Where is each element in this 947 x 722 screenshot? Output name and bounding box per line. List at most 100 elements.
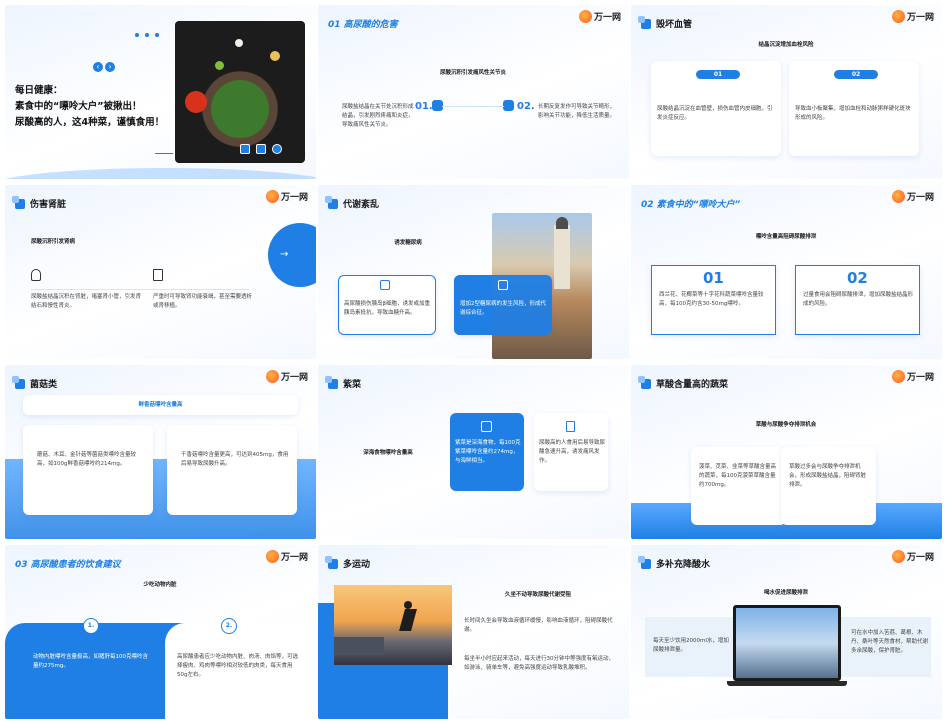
play-icon[interactable] xyxy=(272,144,282,154)
footer-wave xyxy=(5,168,316,179)
card-2-text: 过量食用会阻碍尿酸排泄，增加尿酸盐结晶形成的风险。 xyxy=(803,292,914,307)
slide-4[interactable]: 伤害肾脏 万一网 尿酸沉积引发肾病 尿酸盐结晶沉积在肾脏，堵塞肾小管，引发肾结石… xyxy=(5,185,316,359)
card-2 xyxy=(167,425,297,515)
logo-icon xyxy=(891,550,905,563)
slide-4-subtitle: 尿酸沉积引发肾病 xyxy=(31,239,76,245)
slide-11[interactable]: 多运动 久坐不动导致尿酸代谢受阻 长时间久坐会导致血液循环缓慢，影响血液循环，阻… xyxy=(318,545,629,719)
brand-logo: 万一网 xyxy=(891,190,934,203)
brand-logo: 万一网 xyxy=(891,10,934,23)
grid-icon[interactable] xyxy=(256,144,266,154)
card-2-text: 尿酸高的人食用后易导致尿酸急速升高，诱发痛风发作。 xyxy=(539,440,606,464)
step-2-badge: 2. xyxy=(221,618,237,634)
card-2-text: 草酸过多会与尿酸争夺排泄机会，形成尿酸盐结晶，阻碍肾脏排泄。 xyxy=(789,464,867,488)
slide-2-right-text: 长期反复发作可导致关节畸形，影响关节功能，降低生活质量。 xyxy=(538,104,616,119)
speaker-icon-overlay xyxy=(498,280,508,290)
banner-text: 鲜香菇嘌呤含量高 xyxy=(138,402,183,408)
logo-icon xyxy=(578,10,592,23)
slide-6-subtitle: 嘌呤含量高阻碍尿酸排泄 xyxy=(755,234,817,240)
next-circle-button[interactable]: → xyxy=(268,223,316,287)
card-1-text: 紫菜是深海食物，每100克紫菜嘌呤含量约274mg，与海鲜相当。 xyxy=(455,440,521,464)
arrow-decoration xyxy=(155,153,173,154)
grid-icon xyxy=(380,280,390,290)
laptop-icon xyxy=(727,605,847,691)
step-1-text: 动物内脏嘌呤含量极高，如猪肝每100克嘌呤含量约275mg。 xyxy=(33,654,148,669)
next-button[interactable]: › xyxy=(105,62,115,72)
slide-9-heading: 草酸含量高的蔬菜 xyxy=(638,375,728,390)
logo-icon xyxy=(265,370,279,383)
logo-icon xyxy=(265,550,279,563)
logo-icon xyxy=(265,190,279,203)
prev-button[interactable]: ‹ xyxy=(93,62,103,72)
card-2-text: 干香菇嘌呤含量更高，可达到405mg，食用后易导致尿酸升高。 xyxy=(181,452,289,467)
person-icon xyxy=(31,269,41,281)
divider-line xyxy=(31,289,249,290)
card-2-text-overlay: 增加2型糖尿病的发生风险，形成代谢综合征。 xyxy=(460,301,547,316)
pill-01: 01 xyxy=(696,70,740,79)
slide-5[interactable]: 代谢紊乱 诱发糖尿病 高尿酸损伤胰岛β细胞，诱发或加重胰岛素抵抗，导致血糖升高。… xyxy=(318,185,629,359)
slide-5-heading: 代谢紊乱 xyxy=(325,195,379,210)
step-1-badge: 1. xyxy=(83,618,99,634)
num-01: 01. xyxy=(415,101,433,112)
card-1-text: 高尿酸损伤胰岛β细胞，诱发或加重胰岛素抵抗，导致血糖升高。 xyxy=(344,301,431,316)
brand-logo: 万一网 xyxy=(265,190,308,203)
slide-8-subtitle: 深海食物嘌呤含量高 xyxy=(363,450,413,456)
logo-icon xyxy=(891,370,905,383)
icon-row xyxy=(240,144,282,154)
text-1: 长时间久坐会导致血液循环缓慢，影响血液循环，阻碍尿酸代谢。 xyxy=(464,618,613,633)
slide-12-heading: 多补充降酸水 xyxy=(638,555,710,570)
divider-line xyxy=(442,106,504,107)
slide-11-subtitle: 久坐不动导致尿酸代谢受阻 xyxy=(504,592,571,598)
left-text: 每天至少饮用2000ml水，增加尿酸排泄量。 xyxy=(653,638,729,653)
slide-9[interactable]: 草酸含量高的蔬菜 万一网 草酸与尿酸争夺排泄机会 菠菜、苋菜、韭菜等草酸含量高的… xyxy=(631,365,942,539)
slide-5-subtitle: 诱发糖尿病 xyxy=(394,240,422,246)
doc-icon xyxy=(566,421,575,432)
step-2-text: 高尿酸患者应少吃动物内脏、肉汤、肉馅等，可选择瘦肉、鸡肉等嘌呤相对较低的肉类，每… xyxy=(177,654,299,678)
slide-3-subtitle: 结晶沉淀增加血栓风险 xyxy=(758,42,814,48)
right-text: 严重时可导致肾功能衰竭，甚至需要透析或肾移植。 xyxy=(153,294,253,309)
slide-11-heading: 多运动 xyxy=(325,555,370,570)
slide-3[interactable]: 毁坏血管 万一网 结晶沉淀增加血栓风险 01 02 尿酸结晶沉淀在血管壁，损伤血… xyxy=(631,5,942,179)
right-text: 可在水中加入苦荔、葛根、木丹、桑叶等天然食材，帮助代谢多余尿酸，保护肾脏。 xyxy=(851,630,929,654)
slide-9-subtitle: 草酸与尿酸争夺排泄机会 xyxy=(755,422,817,428)
card-1-text: 蘑菇、木耳、金针菇等菌菇类嘌呤含量较高，如100g鲜香菇嘌呤约214mg。 xyxy=(37,452,137,467)
slide-10[interactable]: 03 高尿酸患者的饮食建议 万一网 少吃动物内脏 1. 2. 动物内脏嘌呤含量极… xyxy=(5,545,316,719)
edit-icon xyxy=(481,421,492,432)
brand-logo: 万一网 xyxy=(265,550,308,563)
num-01: 01 xyxy=(703,269,724,287)
logo-icon xyxy=(891,10,905,23)
brand-logo: 万一网 xyxy=(265,370,308,383)
slide-4-heading: 伤害肾脏 xyxy=(12,195,66,210)
pill-02: 02 xyxy=(834,70,878,79)
runner-photo xyxy=(334,585,452,665)
card-1-text: 尿酸结晶沉淀在血管壁，损伤血管内皮细胞，引发炎症反应。 xyxy=(657,106,773,121)
num-02: 02 xyxy=(847,269,868,287)
slide-7-heading: 菌菇类 xyxy=(12,375,57,390)
slide-6-heading: 02 素食中的“嘌呤大户” xyxy=(641,200,741,210)
text-2: 每坐半小时应起来活动，每天进行30分钟中等强度有氧运动，如游泳、骑单车等，避免高… xyxy=(464,656,615,671)
brand-logo: 万一网 xyxy=(891,370,934,383)
slide-10-heading: 03 高尿酸患者的饮食建议 xyxy=(15,560,121,570)
num-02: 02. xyxy=(517,101,535,112)
slide-12[interactable]: 多补充降酸水 万一网 喝水促进尿酸排泄 每天至少饮用2000ml水，增加尿酸排泄… xyxy=(631,545,942,719)
slide-1[interactable]: 每日健康： 素食中的“嘌呤大户”被揪出！ 尿酸高的人，这4种菜，谨慎食用！ ‹ … xyxy=(5,5,316,179)
card-2-text: 导致血小板聚集，增加血栓和动脉粥样硬化斑块形成的风险。 xyxy=(795,106,911,121)
slide-6[interactable]: 02 素食中的“嘌呤大户” 万一网 嘌呤含量高阻碍尿酸排泄 01 02 西兰花、… xyxy=(631,185,942,359)
document-icon xyxy=(153,269,163,281)
share-icon[interactable] xyxy=(240,144,250,154)
salad-photo xyxy=(175,21,305,163)
slide-3-heading: 毁坏血管 xyxy=(638,15,692,30)
slide-12-subtitle: 喝水促进尿酸排泄 xyxy=(763,590,808,596)
slide-7[interactable]: 菌菇类 万一网 鲜香菇嘌呤含量高 蘑菇、木耳、金针菇等菌菇类嘌呤含量较高，如10… xyxy=(5,365,316,539)
slide-2[interactable]: 01 高尿酸的危害 万一网 尿酸沉积引发痛风性关节炎 尿酸盐结晶在关节处沉积形成… xyxy=(318,5,629,179)
slide-8-heading: 紫菜 xyxy=(325,375,361,390)
brand-logo: 万一网 xyxy=(578,10,621,23)
slide-1-title: 每日健康： 素食中的“嘌呤大户”被揪出！ 尿酸高的人，这4种菜，谨慎食用！ xyxy=(15,85,165,128)
slide-2-heading: 01 高尿酸的危害 xyxy=(328,20,398,30)
brand-logo: 万一网 xyxy=(891,550,934,563)
slide-10-subtitle: 少吃动物内脏 xyxy=(143,582,177,588)
card-1 xyxy=(23,425,153,515)
slide-2-left-text: 尿酸盐结晶在关节处沉积形成结晶，引发剧烈疼痛和炎症，导致痛风性关节炎。 xyxy=(342,104,414,128)
left-text: 尿酸盐结晶沉积在肾脏，堵塞肾小管，引发肾结石和慢性肾炎。 xyxy=(31,294,142,309)
people-icon xyxy=(503,100,514,111)
slide-8[interactable]: 紫菜 深海食物嘌呤含量高 紫菜是深海食物，每100克紫菜嘌呤含量约274mg，与… xyxy=(318,365,629,539)
